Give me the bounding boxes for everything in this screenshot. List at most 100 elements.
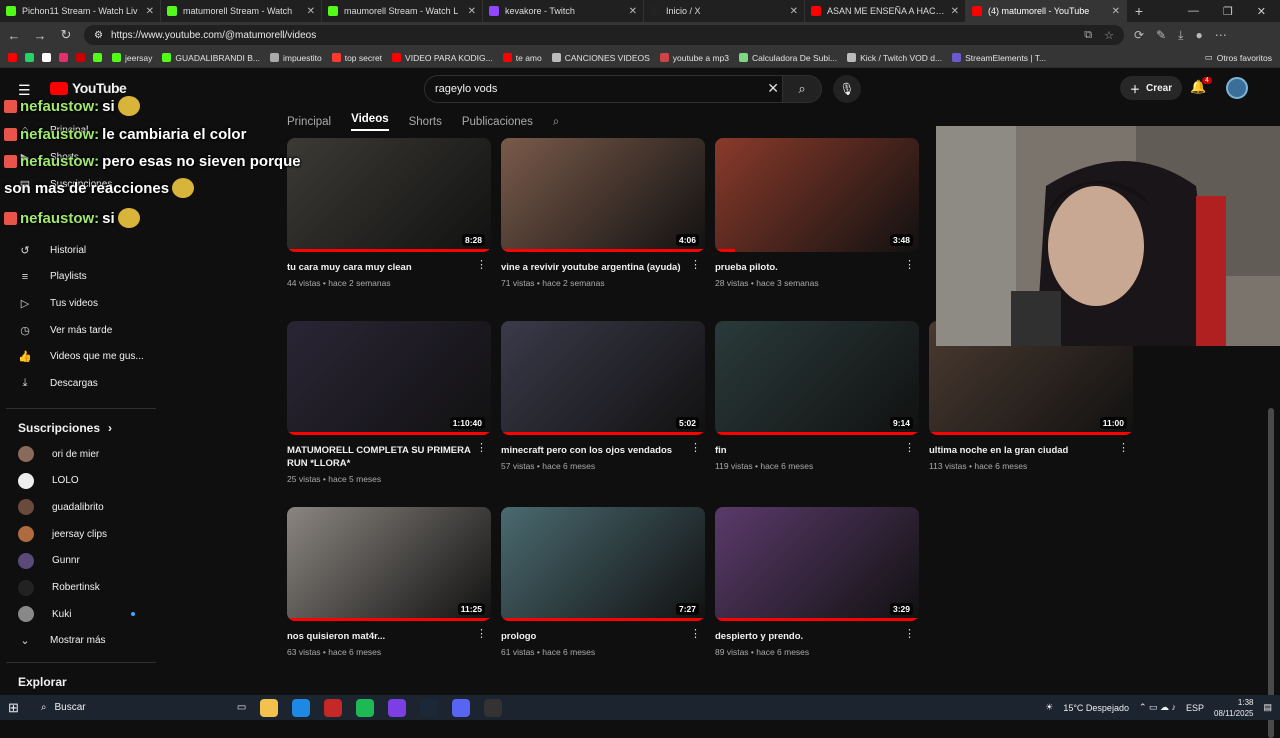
video-card[interactable]: 9:14 fin 119 vistas • hace 6 meses ⋮ (715, 321, 919, 471)
subscription-item[interactable]: jeersay clips (18, 522, 107, 546)
video-thumbnail[interactable]: 9:14 (715, 321, 919, 435)
sidebar-item[interactable]: ⤓ Descargas (18, 372, 98, 396)
url-field[interactable]: ⚙ https://www.youtube.com/@matumorell/vi… (84, 25, 1124, 45)
sidebar-item[interactable]: 👍 Videos que me gus... (18, 345, 144, 369)
browser-tab[interactable]: ASAN ME ENSEÑA A HACER BEA ✕ (805, 0, 966, 22)
more-icon[interactable]: ⋯ (1215, 28, 1227, 43)
browser-tab[interactable]: (4) matumorell - YouTube ✕ (966, 0, 1127, 22)
back-icon[interactable]: ← (6, 28, 22, 43)
profile-icon[interactable]: ● (1195, 28, 1202, 43)
video-thumbnail[interactable]: 3:48 (715, 138, 919, 252)
obs-icon[interactable] (484, 698, 503, 717)
close-tab-icon[interactable]: ✕ (307, 6, 315, 17)
search-button[interactable]: ⌕ (782, 75, 822, 103)
bookmark[interactable]: Calculadora De Subi... (739, 53, 837, 63)
install-icon[interactable]: ⧉ (1084, 29, 1092, 42)
subscription-item[interactable]: Kuki (18, 602, 71, 626)
subscription-item[interactable]: guadalibrito (18, 495, 104, 519)
video-title[interactable]: ultima noche en la gran ciudad (929, 444, 1133, 457)
video-title[interactable]: despierto y prendo. (715, 630, 919, 643)
channel-tab[interactable]: Publicaciones (462, 116, 533, 128)
clock[interactable]: 1:38 08/11/2025 (1214, 697, 1253, 719)
sidebar-item[interactable]: ≡ Playlists (18, 265, 87, 289)
video-thumbnail[interactable]: 11:25 (287, 507, 491, 621)
subscription-item[interactable]: Robertinsk (18, 576, 100, 600)
bookmark[interactable]: youtube a mp3 (659, 53, 729, 63)
show-more-button[interactable]: ⌄ Mostrar más (18, 629, 105, 653)
video-title[interactable]: minecraft pero con los ojos vendados (501, 444, 705, 457)
steam-icon[interactable] (420, 698, 439, 717)
site-info-icon[interactable]: ⚙ (94, 30, 103, 41)
browser-tab[interactable]: Inicio / X ✕ (644, 0, 805, 22)
task-view-icon[interactable]: ▭ (237, 702, 246, 713)
video-title[interactable]: nos quisieron mat4r... (287, 630, 491, 643)
language-indicator[interactable]: ESP (1186, 703, 1204, 713)
more-options-icon[interactable]: ⋮ (476, 441, 487, 454)
video-title[interactable]: fin (715, 444, 919, 457)
video-card[interactable]: 3:29 despierto y prendo. 89 vistas • hac… (715, 507, 919, 657)
more-options-icon[interactable]: ⋮ (690, 258, 701, 271)
video-title[interactable]: MATUMORELL COMPLETA SU PRIMERA RUN *LLOR… (287, 444, 491, 470)
video-title[interactable]: vine a revivir youtube argentina (ayuda) (501, 261, 705, 274)
create-button[interactable]: ＋ Crear (1120, 76, 1183, 100)
video-card[interactable]: 5:02 minecraft pero con los ojos vendado… (501, 321, 705, 471)
browser-tab[interactable]: maumorell Stream - Watch L ✕ (322, 0, 483, 22)
bookmark[interactable]: VIDEO PARA KODIG... (392, 53, 493, 63)
video-card[interactable]: 7:27 prologo 61 vistas • hace 6 meses ⋮ (501, 507, 705, 657)
video-thumbnail[interactable]: 5:02 (501, 321, 705, 435)
new-tab-icon[interactable]: + (1127, 3, 1151, 19)
canva-icon[interactable] (388, 698, 407, 717)
video-card[interactable]: 4:06 vine a revivir youtube argentina (a… (501, 138, 705, 288)
app-icon[interactable] (324, 698, 343, 717)
more-options-icon[interactable]: ⋮ (904, 627, 915, 640)
download-icon[interactable]: ⤓ (1178, 28, 1183, 43)
star-icon[interactable]: ☆ (1104, 29, 1114, 42)
sidebar-item[interactable]: ▷ Tus videos (18, 291, 98, 315)
subscription-item[interactable]: LOLO (18, 469, 79, 493)
more-options-icon[interactable]: ⋮ (476, 627, 487, 640)
edge-icon[interactable] (292, 698, 311, 717)
subscription-item[interactable]: Gunnr (18, 549, 80, 573)
other-bookmarks[interactable]: ▭ Otros favoritos (1205, 52, 1272, 63)
file-explorer-icon[interactable] (260, 698, 279, 717)
page-scrollbar[interactable] (1268, 408, 1274, 738)
channel-tab[interactable]: Shorts (409, 116, 442, 128)
browser-tab[interactable]: kevakore - Twitch ✕ (483, 0, 644, 22)
video-thumbnail[interactable]: 3:29 (715, 507, 919, 621)
sidebar-item[interactable]: ↺ Historial (18, 238, 86, 262)
subscriptions-heading[interactable]: Suscripciones › (18, 421, 112, 435)
more-options-icon[interactable]: ⋮ (690, 441, 701, 454)
bookmark[interactable]: impuestito (269, 53, 322, 63)
notifications-icon[interactable]: ▤ (1263, 702, 1272, 713)
minimize-icon[interactable]: — (1188, 5, 1199, 18)
sidebar-item[interactable]: ◷ Ver más tarde (18, 318, 112, 342)
close-tab-icon[interactable]: ✕ (790, 6, 798, 17)
browser-tab[interactable]: Pichon11 Stream - Watch Liv ✕ (0, 0, 161, 22)
close-tab-icon[interactable]: ✕ (146, 6, 154, 17)
more-options-icon[interactable]: ⋮ (476, 258, 487, 271)
video-title[interactable]: prologo (501, 630, 705, 643)
bookmark[interactable]: te amo (502, 53, 542, 63)
more-options-icon[interactable]: ⋮ (1118, 441, 1129, 454)
video-card[interactable]: 1:10:40 MATUMORELL COMPLETA SU PRIMERA R… (287, 321, 491, 484)
bookmark[interactable]: GUADALIBRANDI B... (162, 53, 260, 63)
video-card[interactable]: 11:25 nos quisieron mat4r... 63 vistas •… (287, 507, 491, 657)
youtube-logo[interactable]: YouTube (50, 80, 127, 96)
video-thumbnail[interactable]: 1:10:40 (287, 321, 491, 435)
video-thumbnail[interactable]: 8:28 (287, 138, 491, 252)
spotify-icon[interactable] (356, 698, 375, 717)
puzzle-icon[interactable]: ✎ (1156, 28, 1166, 43)
bookmark[interactable]: StreamElements | T... (952, 53, 1046, 63)
forward-icon[interactable]: → (32, 28, 48, 43)
more-options-icon[interactable]: ⋮ (690, 627, 701, 640)
voice-search-button[interactable]: 🎙 (833, 75, 861, 103)
video-thumbnail[interactable]: 7:27 (501, 507, 705, 621)
close-tab-icon[interactable]: ✕ (951, 6, 959, 17)
bookmark[interactable]: CANCIONES VIDEOS (551, 53, 650, 63)
video-title[interactable]: prueba piloto. (715, 261, 919, 274)
taskbar-search[interactable]: ⌕ Buscar (33, 698, 223, 718)
video-thumbnail[interactable]: 4:06 (501, 138, 705, 252)
weather-text[interactable]: 15°C Despejado (1063, 703, 1129, 713)
bookmark[interactable]: jeersay (112, 53, 152, 63)
close-window-icon[interactable]: ✕ (1257, 5, 1266, 18)
